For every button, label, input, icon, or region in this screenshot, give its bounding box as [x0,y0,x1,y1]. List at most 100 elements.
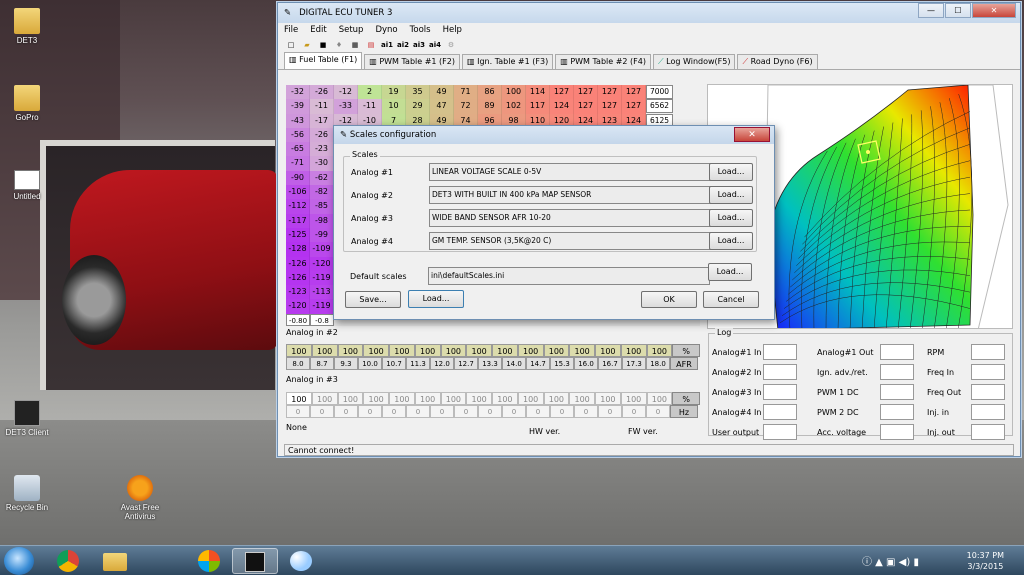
analog2-top-cell[interactable]: 100 [337,344,364,357]
fuel-cell[interactable]: 35 [406,85,430,100]
stamp-icon[interactable]: ♦ [332,39,346,51]
desktop-icon-det3-client[interactable]: DET3 Client [0,400,62,437]
fuel-cell[interactable]: 117 [526,99,550,114]
maximize-button[interactable]: ☐ [945,3,971,18]
analog2-bottom-cell[interactable]: 11.3 [406,357,430,370]
analog3-top-cell[interactable]: 100 [466,392,492,405]
analog3-top-cell[interactable]: 100 [440,392,467,405]
fuel-cell[interactable]: -71 [286,156,310,171]
fuel-cell[interactable]: -123 [286,285,310,300]
tab-pwm-table-1[interactable]: ▥ PWM Table #1 (F2) [364,54,460,69]
fuel-cell[interactable]: 127 [574,85,598,100]
analog2-top-cell[interactable]: 100 [492,344,518,357]
fuel-cell[interactable]: -65 [286,142,310,157]
new-icon[interactable]: □ [284,39,298,51]
analog2-bottom-cell[interactable]: 8.7 [310,357,334,370]
analog3-top-cell[interactable]: 100 [569,392,595,405]
fuel-cell[interactable]: 86 [478,85,502,100]
open-icon[interactable]: ▰ [300,39,314,51]
analog3-bottom-cell[interactable]: 0 [574,405,598,418]
fuel-cell[interactable]: -109 [310,242,334,257]
analog2-top-cell[interactable]: 100 [363,344,389,357]
analog3-bottom-cell[interactable]: 0 [310,405,334,418]
fuel-cell[interactable]: 47 [430,99,454,114]
ai2-icon[interactable]: ai2 [396,39,410,51]
dialog-close-button[interactable]: ✕ [734,127,770,142]
ai3-icon[interactable]: ai3 [412,39,426,51]
scale-load-button[interactable]: Load... [709,186,753,204]
tab-fuel-table[interactable]: ▥ Fuel Table (F1) [284,52,363,69]
analog2-top-cell[interactable]: 100 [311,344,338,357]
fuel-cell[interactable]: 127 [598,85,622,100]
paint-icon[interactable] [278,548,324,574]
fuel-cell[interactable]: -125 [286,227,310,243]
analog2-bottom-cell[interactable]: 13.3 [478,357,502,370]
analog3-top-cell[interactable]: 100 [286,392,312,405]
fuel-cell[interactable]: -117 [286,213,310,228]
analog2-top-cell[interactable]: 100 [646,344,673,357]
dialog-titlebar[interactable]: ✎ Scales configuration [334,126,774,144]
analog3-bottom-cell[interactable]: 0 [478,405,502,418]
ai1-icon[interactable]: ai1 [380,39,394,51]
fuel-cell[interactable]: 49 [430,85,454,100]
fuel-cell[interactable]: -11 [358,99,382,114]
analog3-top-cell[interactable]: 100 [389,392,415,405]
analog2-top-cell[interactable]: 100 [517,344,544,357]
scale-load-button[interactable]: Load... [709,209,753,227]
analog2-top-cell[interactable]: 100 [620,344,647,357]
fuel-cell[interactable]: 19 [382,85,406,100]
fuel-cell[interactable]: -120 [310,256,334,271]
fuel-cell[interactable]: -119 [310,299,334,314]
analog2-top-cell[interactable]: 100 [389,344,415,357]
fuel-cell[interactable]: 29 [406,99,430,114]
menu-tools[interactable]: Tools [410,25,431,35]
fuel-cell[interactable]: 2 [358,85,382,100]
fuel-cell[interactable]: 127 [622,99,646,114]
fuel-cell[interactable]: -12 [334,85,358,100]
fuel-cell[interactable]: 127 [622,85,646,100]
fuel-cell[interactable]: -43 [286,113,310,128]
scale-name-field[interactable]: GM TEMP. SENSOR (3,5K@20 C) [429,232,711,250]
fuel-cell[interactable]: -106 [286,185,310,200]
fuel-cell[interactable]: -112 [286,199,310,214]
fuel-cell[interactable]: 10 [382,99,406,114]
analog2-bottom-cell[interactable]: 14.7 [526,357,550,370]
fuel-cell[interactable]: -32 [286,85,310,100]
analog3-bottom-cell[interactable]: 0 [406,405,430,418]
menu-edit[interactable]: Edit [310,25,326,35]
analog3-top-cell[interactable]: 100 [337,392,364,405]
tab-road-dyno[interactable]: ⟋ Road Dyno (F6) [737,54,818,69]
analog2-bottom-cell[interactable]: 10.0 [358,357,382,370]
desktop-icon-gopro[interactable]: GoPro [0,85,62,122]
tab-log-window[interactable]: ⟋ Log Window(F5) [653,54,736,69]
fuel-cell[interactable]: -119 [310,270,334,286]
analog3-top-cell[interactable]: 100 [646,392,673,405]
menu-help[interactable]: Help [443,25,462,35]
analog3-bottom-cell[interactable]: 0 [622,405,646,418]
fuel-cell[interactable]: 114 [526,85,550,100]
analog2-bottom-cell[interactable]: 16.0 [574,357,598,370]
fuel-cell[interactable]: -99 [310,227,334,243]
fuel-cell[interactable]: -17 [310,113,334,128]
analog2-top-cell[interactable]: 100 [569,344,595,357]
save-scales-button[interactable]: Save... [345,291,401,308]
desktop-icon-untitled[interactable]: Untitled [0,170,62,201]
analog2-bottom-cell[interactable]: 12.0 [430,357,454,370]
gear-icon[interactable]: ⚙ [444,39,458,51]
close-button[interactable]: ✕ [972,3,1016,18]
fuel-cell[interactable]: -128 [286,242,310,257]
analog3-top-cell[interactable]: 100 [595,392,621,405]
analog3-top-cell[interactable]: 100 [620,392,647,405]
fuel-cell[interactable]: -26 [310,127,334,143]
cancel-button[interactable]: Cancel [703,291,759,308]
chip-icon[interactable]: ▦ [348,39,362,51]
fuel-cell[interactable]: -120 [286,299,310,314]
minimize-button[interactable]: — [918,3,944,18]
fuel-cell[interactable]: 102 [502,99,526,114]
desktop-icon-avast[interactable]: Avast Free Antivirus [105,475,175,521]
clock[interactable]: 10:37 PM 3/3/2015 [967,550,1004,572]
windows-start-icon[interactable] [4,547,34,575]
desktop-icon-det3[interactable]: DET3 [0,8,62,45]
analog2-bottom-cell[interactable]: 16.7 [598,357,622,370]
fuel-cell[interactable]: 124 [550,99,574,114]
